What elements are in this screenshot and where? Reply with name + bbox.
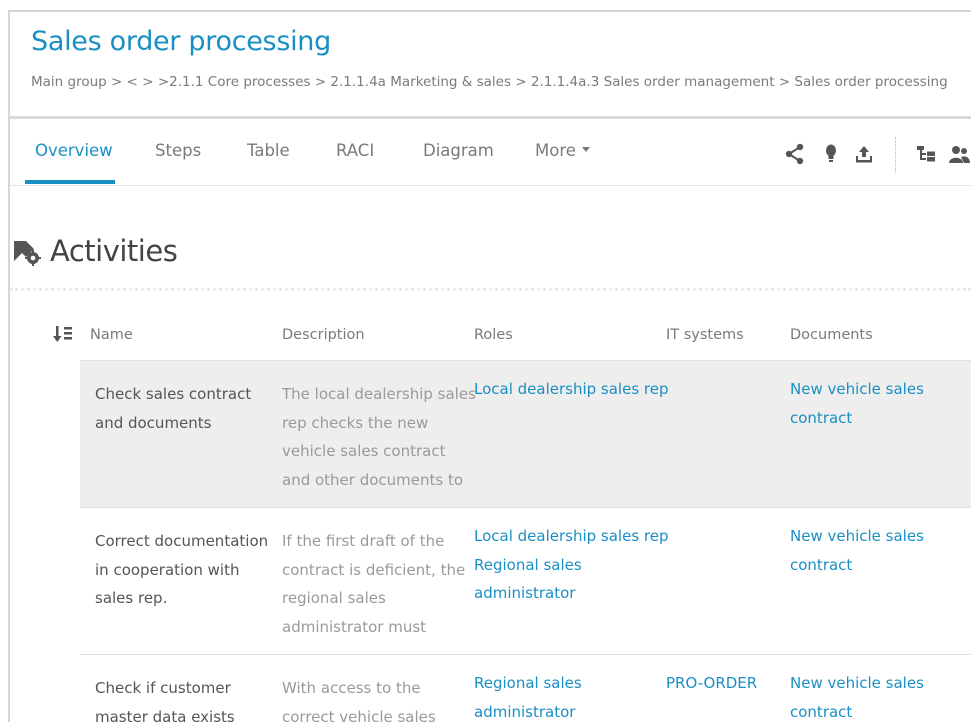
activity-name[interactable]: Check sales contract and documents (95, 380, 275, 437)
document-link[interactable]: New vehicle sales contract (790, 522, 940, 579)
it-system-link[interactable]: PRO-ORDER (666, 669, 757, 698)
tab-diagram[interactable]: Diagram (423, 141, 494, 160)
document-link[interactable]: New vehicle sales contract (790, 375, 940, 432)
activity-roles: Regional sales administrator (474, 669, 664, 722)
role-link[interactable]: Local dealership sales rep (474, 522, 669, 551)
document-link[interactable]: New vehicle sales contract (790, 669, 940, 722)
column-header-description[interactable]: Description (282, 327, 365, 343)
table-row[interactable]: Correct documentation in cooperation wit… (80, 507, 971, 654)
tab-table[interactable]: Table (247, 141, 290, 160)
column-header-name[interactable]: Name (90, 327, 133, 343)
upload-icon[interactable] (853, 143, 875, 165)
column-header-roles[interactable]: Roles (474, 327, 513, 343)
activity-roles: Local dealership sales rep (474, 375, 669, 404)
activity-description: With access to the correct vehicle sales (282, 679, 436, 722)
lightbulb-icon[interactable] (820, 143, 842, 165)
page-title: Sales order processing (31, 26, 331, 57)
role-link[interactable]: administrator (474, 698, 664, 722)
share-icon[interactable] (784, 143, 806, 165)
users-icon[interactable] (948, 143, 970, 165)
main-panel: Sales order processing Main group > < > … (8, 10, 971, 722)
sort-icon[interactable] (53, 324, 73, 344)
page-header: Sales order processing Main group > < > … (10, 12, 971, 116)
table-row[interactable]: Check sales contract and documents The l… (80, 360, 971, 507)
tab-raci[interactable]: RACI (336, 141, 374, 160)
hierarchy-icon[interactable] (915, 143, 937, 165)
activity-name[interactable]: Correct documentation in cooperation wit… (95, 527, 275, 613)
toolbar-divider (895, 137, 896, 173)
chevron-down-icon (581, 147, 590, 152)
activity-roles: Local dealership sales rep Regional sale… (474, 522, 669, 608)
role-link[interactable]: Local dealership sales rep (474, 375, 669, 404)
role-link[interactable]: administrator (474, 579, 664, 608)
tab-more[interactable]: More (535, 141, 590, 160)
breadcrumb[interactable]: Main group > < > >2.1.1 Core processes >… (31, 74, 948, 90)
tab-overview[interactable]: Overview (35, 141, 113, 160)
tab-steps[interactable]: Steps (155, 141, 201, 160)
tab-bar: Overview Steps Table RACI Diagram More (10, 119, 971, 186)
activity-description: The local dealership sales rep checks th… (282, 385, 476, 489)
activities-gear-icon (14, 241, 41, 266)
activity-name[interactable]: Check if customer master data exists (95, 674, 275, 722)
column-header-it-systems[interactable]: IT systems (666, 327, 744, 343)
tab-more-label: More (535, 141, 576, 160)
section-title: Activities (50, 234, 178, 268)
table-row[interactable]: Check if customer master data exists Wit… (80, 654, 971, 722)
active-tab-indicator (25, 180, 115, 184)
role-link[interactable]: Regional sales (474, 551, 664, 580)
role-link[interactable]: Regional sales (474, 669, 664, 698)
section-divider (10, 288, 971, 291)
column-header-documents[interactable]: Documents (790, 327, 873, 343)
activity-description: If the first draft of the contract is de… (282, 532, 466, 636)
